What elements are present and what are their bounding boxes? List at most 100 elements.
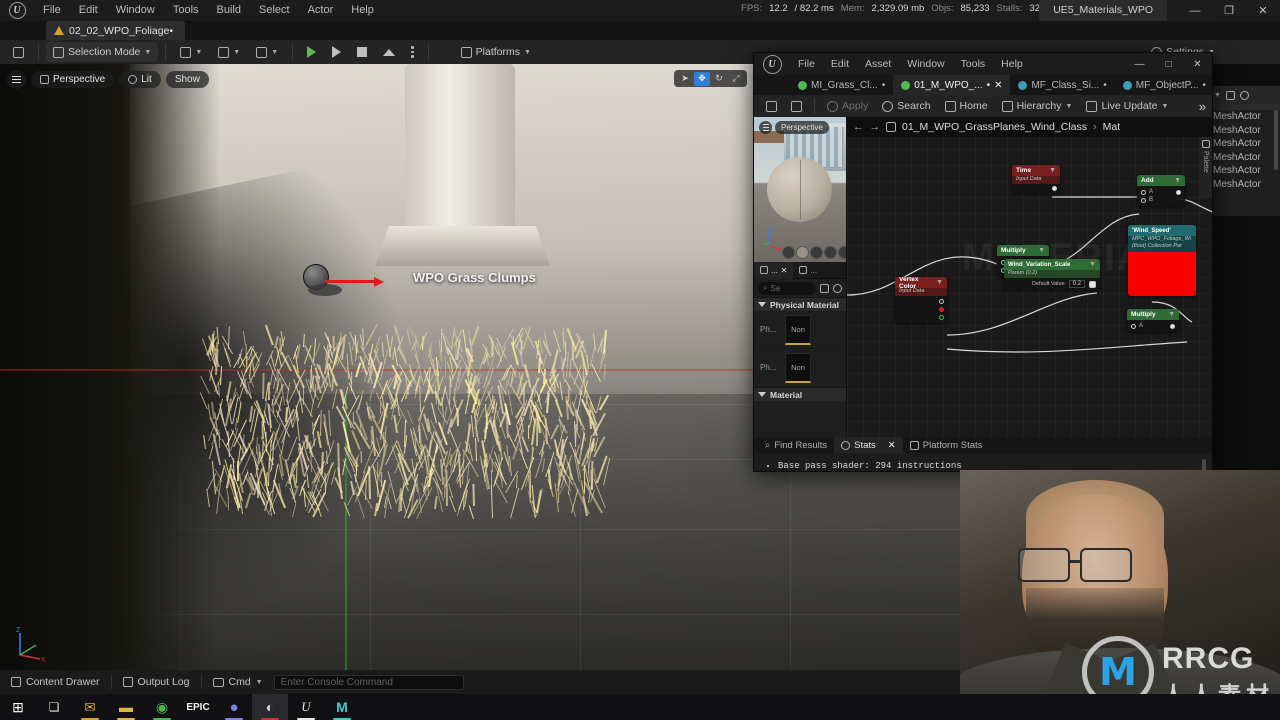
outliner-row[interactable]: MeshActor bbox=[1210, 151, 1280, 165]
move-tool-button[interactable]: ✥ bbox=[694, 71, 710, 86]
tab-mf-class-si[interactable]: MF_Class_Si... • bbox=[1010, 75, 1114, 95]
close-button[interactable]: ✕ bbox=[1246, 0, 1280, 21]
menu-select[interactable]: Select bbox=[250, 0, 299, 21]
outliner-row[interactable]: MeshActor bbox=[1210, 178, 1280, 192]
unreal-engine-taskbar-item[interactable]: U bbox=[288, 694, 324, 720]
preview-perspective-dropdown[interactable]: Perspective bbox=[775, 121, 829, 134]
platforms-dropdown[interactable]: Platforms ▼ bbox=[454, 42, 538, 62]
me-search-button[interactable]: Search bbox=[875, 96, 937, 116]
live-update-dropdown[interactable]: Live Update ▼ bbox=[1079, 96, 1175, 116]
preview-shape-sphere[interactable] bbox=[796, 246, 809, 259]
output-log-button[interactable]: Output Log bbox=[112, 670, 201, 694]
graph-back-button[interactable]: ← bbox=[853, 121, 864, 133]
me-menu-file[interactable]: File bbox=[790, 53, 823, 75]
menu-actor[interactable]: Actor bbox=[299, 0, 343, 21]
blueprints-button[interactable]: ▼ bbox=[211, 42, 247, 62]
tab-mf-objectp[interactable]: MF_ObjectP... • bbox=[1115, 75, 1212, 95]
menu-edit[interactable]: Edit bbox=[70, 0, 107, 21]
tab-level-02-02-wpo-foliage[interactable]: 02_02_WPO_Foliage• bbox=[46, 21, 186, 40]
apply-button[interactable]: Apply bbox=[820, 96, 875, 116]
breadcrumb-root[interactable]: 01_M_WPO_GrassPlanes_Wind_Class bbox=[902, 121, 1087, 133]
node-output-pin-rgb[interactable] bbox=[939, 299, 944, 304]
me-menu-window[interactable]: Window bbox=[899, 53, 952, 75]
tab-find-results[interactable]: ⌕ Find Results bbox=[758, 437, 834, 453]
palette-panel-tab[interactable]: Palette bbox=[1199, 137, 1212, 197]
material-graph-canvas[interactable]: ← → 01_M_WPO_GrassPlanes_Wind_Class › Ma… bbox=[847, 117, 1212, 437]
menu-tools[interactable]: Tools bbox=[164, 0, 208, 21]
more-options-button[interactable] bbox=[404, 42, 421, 62]
tab-parameters[interactable]: ... bbox=[793, 262, 823, 279]
file-explorer-taskbar-item[interactable]: ▬ bbox=[108, 694, 144, 720]
thunderbird-taskbar-item[interactable]: ✉ bbox=[72, 694, 108, 720]
preview-shape-plane[interactable] bbox=[810, 246, 823, 259]
chevron-down-icon[interactable]: ▼ bbox=[1214, 92, 1221, 99]
viewport-perspective-dropdown[interactable]: Perspective bbox=[31, 71, 115, 88]
preview-shape-cylinder[interactable] bbox=[782, 246, 795, 259]
save-button[interactable] bbox=[6, 42, 31, 62]
node-time[interactable]: Time ▼ Input Data bbox=[1012, 165, 1060, 193]
hierarchy-dropdown[interactable]: Hierarchy ▼ bbox=[995, 96, 1080, 116]
chevron-down-icon[interactable]: ▼ bbox=[1049, 167, 1056, 174]
node-output-pin-g[interactable] bbox=[939, 315, 944, 320]
material-preview-viewport[interactable]: Perspective Z X bbox=[754, 117, 846, 262]
content-drawer-button[interactable]: Content Drawer bbox=[0, 670, 111, 694]
me-menu-asset[interactable]: Asset bbox=[857, 53, 899, 75]
epic-games-taskbar-item[interactable]: EPIC bbox=[180, 694, 216, 720]
tab-mi-grass-cl[interactable]: MI_Grass_Cl... • bbox=[790, 75, 893, 95]
me-maximize-button[interactable]: □ bbox=[1154, 53, 1183, 75]
gear-icon[interactable] bbox=[1239, 90, 1249, 100]
me-menu-tools[interactable]: Tools bbox=[953, 53, 994, 75]
cmd-dropdown[interactable]: Cmd ▼ bbox=[202, 670, 274, 694]
node-input-pin-b[interactable] bbox=[1141, 197, 1146, 203]
me-minimize-button[interactable]: — bbox=[1125, 53, 1154, 75]
tab-01-m-wpo[interactable]: 01_M_WPO_... • ✕ bbox=[893, 75, 1011, 95]
eject-button[interactable] bbox=[376, 42, 402, 62]
outliner-row[interactable]: MeshActor bbox=[1210, 124, 1280, 138]
section-material[interactable]: Material bbox=[754, 387, 846, 401]
node-output-pin[interactable] bbox=[1176, 189, 1181, 195]
menu-build[interactable]: Build bbox=[208, 0, 250, 21]
detail-value[interactable]: Non bbox=[785, 314, 811, 345]
node-output-pin[interactable] bbox=[1052, 186, 1057, 191]
chrome-taskbar-item[interactable]: ◉ bbox=[144, 694, 180, 720]
section-physical-material[interactable]: Physical Material bbox=[754, 297, 846, 311]
tab-details[interactable]: ... ✕ bbox=[754, 261, 794, 279]
add-folder-icon[interactable] bbox=[1225, 90, 1235, 100]
obs-taskbar-item[interactable]: ◐ bbox=[252, 694, 288, 720]
rotate-tool-button[interactable]: ↻ bbox=[711, 72, 727, 86]
select-tool-button[interactable]: ➤ bbox=[677, 72, 693, 86]
outliner-scrollbar[interactable] bbox=[1274, 110, 1278, 170]
outliner-row[interactable]: MeshActor bbox=[1210, 164, 1280, 178]
chevron-down-icon[interactable]: ▼ bbox=[1089, 261, 1096, 268]
viewport-lit-dropdown[interactable]: Lit bbox=[119, 71, 161, 88]
chevron-down-icon[interactable]: ▼ bbox=[1038, 247, 1045, 254]
chevron-down-icon[interactable]: ▼ bbox=[1174, 177, 1181, 184]
me-browse-button[interactable] bbox=[784, 96, 809, 116]
outliner-row[interactable]: MeshActor bbox=[1210, 137, 1280, 151]
scale-tool-button[interactable]: ⤢ bbox=[728, 72, 744, 86]
preview-shape-cube[interactable] bbox=[824, 246, 837, 259]
outliner-row[interactable]: MeshActor bbox=[1210, 110, 1280, 124]
graph-forward-button[interactable]: → bbox=[870, 121, 881, 133]
me-save-button[interactable] bbox=[759, 96, 784, 116]
gizmo-x-axis-arrow[interactable] bbox=[325, 276, 384, 287]
breadcrumb-leaf[interactable]: Mat bbox=[1103, 121, 1121, 133]
node-vertex-color[interactable]: Vertex Color ▼ Input Data bbox=[895, 277, 947, 323]
node-wind-speed[interactable]: 'Wind_Speed' MPC_WPO_Foliage_Wi (float) … bbox=[1128, 225, 1196, 296]
me-menu-edit[interactable]: Edit bbox=[823, 53, 857, 75]
node-output-pin[interactable] bbox=[1089, 280, 1096, 288]
start-button[interactable]: ⊞ bbox=[0, 694, 36, 720]
selection-mode-dropdown[interactable]: Selection Mode ▼ bbox=[46, 42, 159, 62]
quick-add-button[interactable]: ▼ bbox=[173, 42, 209, 62]
tab-platform-stats[interactable]: Platform Stats bbox=[903, 437, 990, 453]
minimize-button[interactable]: — bbox=[1178, 0, 1212, 21]
node-input-pin-a[interactable] bbox=[1131, 323, 1136, 329]
world-outliner-panel[interactable]: MeshActor MeshActor MeshActor MeshActor … bbox=[1210, 86, 1280, 216]
node-output-pin[interactable] bbox=[1170, 323, 1175, 329]
stats-tab-close-icon[interactable]: ✕ bbox=[888, 440, 896, 451]
default-value-field[interactable]: 0.2 bbox=[1068, 280, 1085, 288]
stop-button[interactable] bbox=[350, 42, 374, 62]
maximize-button[interactable]: ❐ bbox=[1212, 0, 1246, 21]
material-editor-window[interactable]: U File Edit Asset Window Tools Help — □ … bbox=[753, 52, 1213, 472]
node-add[interactable]: Add ▼ A B bbox=[1137, 175, 1185, 206]
